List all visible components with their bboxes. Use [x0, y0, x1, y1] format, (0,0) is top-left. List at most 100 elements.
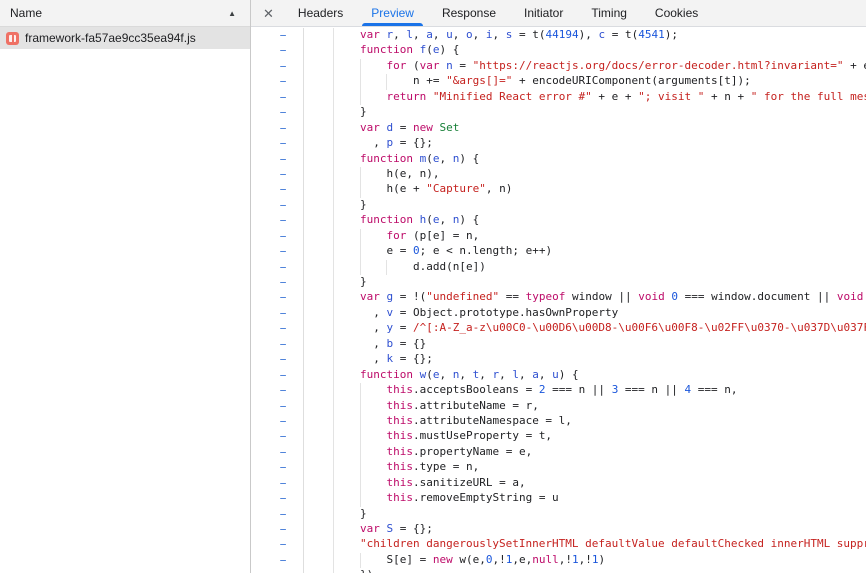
- fold-toggle-icon[interactable]: −: [275, 136, 291, 151]
- code-line[interactable]: , b = {}: [307, 337, 426, 350]
- token-p: =: [393, 121, 413, 134]
- code-line[interactable]: for (var n = "https://reactjs.org/docs/e…: [307, 59, 866, 72]
- code-line[interactable]: this.attributeName = r,: [307, 399, 539, 412]
- code-line[interactable]: this.removeEmptyString = u: [307, 491, 559, 504]
- code-line[interactable]: this.type = n,: [307, 460, 479, 473]
- request-row[interactable]: framework-fa57ae9cc35ea94f.js: [0, 27, 250, 49]
- code-line[interactable]: , y = /^[:A-Z_a-z\u00C0-\u00D6\u00D8-\u0…: [307, 321, 866, 334]
- name-column-header[interactable]: Name ▲: [0, 0, 250, 27]
- code-line-row: − this.type = n,: [251, 460, 866, 475]
- code-line[interactable]: "children dangerouslySetInnerHTML defaul…: [307, 537, 866, 550]
- fold-toggle-icon[interactable]: −: [275, 522, 291, 537]
- code-line[interactable]: }): [307, 568, 373, 573]
- fold-toggle-icon[interactable]: −: [275, 445, 291, 460]
- token-p: ,: [439, 213, 452, 226]
- fold-toggle-icon[interactable]: −: [275, 352, 291, 367]
- fold-toggle-icon[interactable]: −: [275, 507, 291, 522]
- sort-ascending-icon[interactable]: ▲: [228, 9, 242, 18]
- code-line[interactable]: this.acceptsBooleans = 2 === n || 3 === …: [307, 383, 738, 396]
- token-p: .sanitizeURL = a,: [413, 476, 526, 489]
- code-line[interactable]: var r, l, a, u, o, i, s = t(44194), c = …: [307, 28, 678, 41]
- token-p: .removeEmptyString = u: [413, 491, 559, 504]
- code-line[interactable]: function h(e, n) {: [307, 213, 479, 226]
- code-line[interactable]: for (p[e] = n,: [307, 229, 479, 242]
- code-line[interactable]: }: [307, 275, 367, 288]
- code-line[interactable]: }: [307, 507, 367, 520]
- fold-toggle-icon[interactable]: −: [275, 290, 291, 305]
- token-k: this: [386, 491, 413, 504]
- code-line-row: − var d = new Set: [251, 121, 866, 136]
- fold-toggle-icon[interactable]: −: [275, 399, 291, 414]
- tab-headers[interactable]: Headers: [288, 0, 353, 26]
- code-line[interactable]: , p = {};: [307, 136, 433, 149]
- fold-toggle-icon[interactable]: −: [275, 182, 291, 197]
- code-line-row: − }: [251, 275, 866, 290]
- fold-toggle-icon[interactable]: −: [275, 74, 291, 89]
- token-n: 0: [671, 290, 678, 303]
- token-p: ),: [579, 28, 599, 41]
- code-line[interactable]: d.add(n[e]): [307, 260, 486, 273]
- token-p: ,: [499, 368, 512, 381]
- close-icon[interactable]: ✕: [251, 0, 280, 26]
- code-line[interactable]: this.mustUseProperty = t,: [307, 429, 552, 442]
- tab-cookies[interactable]: Cookies: [645, 0, 708, 26]
- code-line[interactable]: this.propertyName = e,: [307, 445, 532, 458]
- token-p: .type = n,: [413, 460, 479, 473]
- code-line[interactable]: this.attributeNamespace = l,: [307, 414, 572, 427]
- code-line[interactable]: var g = !("undefined" == typeof window |…: [307, 290, 866, 303]
- code-line[interactable]: var d = new Set: [307, 121, 459, 134]
- fold-toggle-icon[interactable]: −: [275, 568, 291, 573]
- code-line[interactable]: function m(e, n) {: [307, 152, 479, 165]
- code-line[interactable]: return "Minified React error #" + e + ";…: [307, 90, 866, 103]
- token-d: n: [446, 59, 453, 72]
- fold-toggle-icon[interactable]: −: [275, 260, 291, 275]
- fold-toggle-icon[interactable]: −: [275, 213, 291, 228]
- fold-toggle-icon[interactable]: −: [275, 553, 291, 568]
- token-k: this: [386, 460, 413, 473]
- fold-toggle-icon[interactable]: −: [275, 537, 291, 552]
- fold-toggle-icon[interactable]: −: [275, 90, 291, 105]
- fold-toggle-icon[interactable]: −: [275, 43, 291, 58]
- fold-toggle-icon[interactable]: −: [275, 28, 291, 43]
- fold-toggle-icon[interactable]: −: [275, 414, 291, 429]
- code-line-row: − d.add(n[e]): [251, 260, 866, 275]
- fold-toggle-icon[interactable]: −: [275, 321, 291, 336]
- code-line[interactable]: , k = {};: [307, 352, 433, 365]
- fold-toggle-icon[interactable]: −: [275, 383, 291, 398]
- code-line[interactable]: e = 0; e < n.length; e++): [307, 244, 552, 257]
- fold-toggle-icon[interactable]: −: [275, 59, 291, 74]
- fold-toggle-icon[interactable]: −: [275, 167, 291, 182]
- code-line[interactable]: this.sanitizeURL = a,: [307, 476, 526, 489]
- tab-response[interactable]: Response: [432, 0, 506, 26]
- fold-toggle-icon[interactable]: −: [275, 491, 291, 506]
- fold-toggle-icon[interactable]: −: [275, 306, 291, 321]
- code-line[interactable]: h(e, n),: [307, 167, 439, 180]
- code-line[interactable]: h(e + "Capture", n): [307, 182, 512, 195]
- preview-code-viewer[interactable]: − var r, l, a, u, o, i, s = t(44194), c …: [251, 28, 866, 573]
- fold-toggle-icon[interactable]: −: [275, 198, 291, 213]
- code-line[interactable]: var S = {};: [307, 522, 433, 535]
- fold-toggle-icon[interactable]: −: [275, 152, 291, 167]
- code-line[interactable]: function w(e, n, t, r, l, a, u) {: [307, 368, 579, 381]
- token-p: ,: [439, 368, 452, 381]
- code-line[interactable]: , v = Object.prototype.hasOwnProperty: [307, 306, 618, 319]
- fold-toggle-icon[interactable]: −: [275, 229, 291, 244]
- fold-toggle-icon[interactable]: −: [275, 275, 291, 290]
- code-line[interactable]: }: [307, 198, 367, 211]
- fold-toggle-icon[interactable]: −: [275, 105, 291, 120]
- code-line[interactable]: n += "&args[]=" + encodeURIComponent(arg…: [307, 74, 751, 87]
- fold-toggle-icon[interactable]: −: [275, 121, 291, 136]
- code-line[interactable]: S[e] = new w(e,0,!1,e,null,!1,!1): [307, 553, 605, 566]
- fold-toggle-icon[interactable]: −: [275, 460, 291, 475]
- tab-preview[interactable]: Preview: [361, 0, 424, 26]
- tab-initiator[interactable]: Initiator: [514, 0, 573, 26]
- fold-toggle-icon[interactable]: −: [275, 244, 291, 259]
- token-k: var: [360, 290, 380, 303]
- code-line[interactable]: }: [307, 105, 367, 118]
- tab-timing[interactable]: Timing: [581, 0, 637, 26]
- code-line[interactable]: function f(e) {: [307, 43, 459, 56]
- fold-toggle-icon[interactable]: −: [275, 429, 291, 444]
- fold-toggle-icon[interactable]: −: [275, 337, 291, 352]
- fold-toggle-icon[interactable]: −: [275, 368, 291, 383]
- fold-toggle-icon[interactable]: −: [275, 476, 291, 491]
